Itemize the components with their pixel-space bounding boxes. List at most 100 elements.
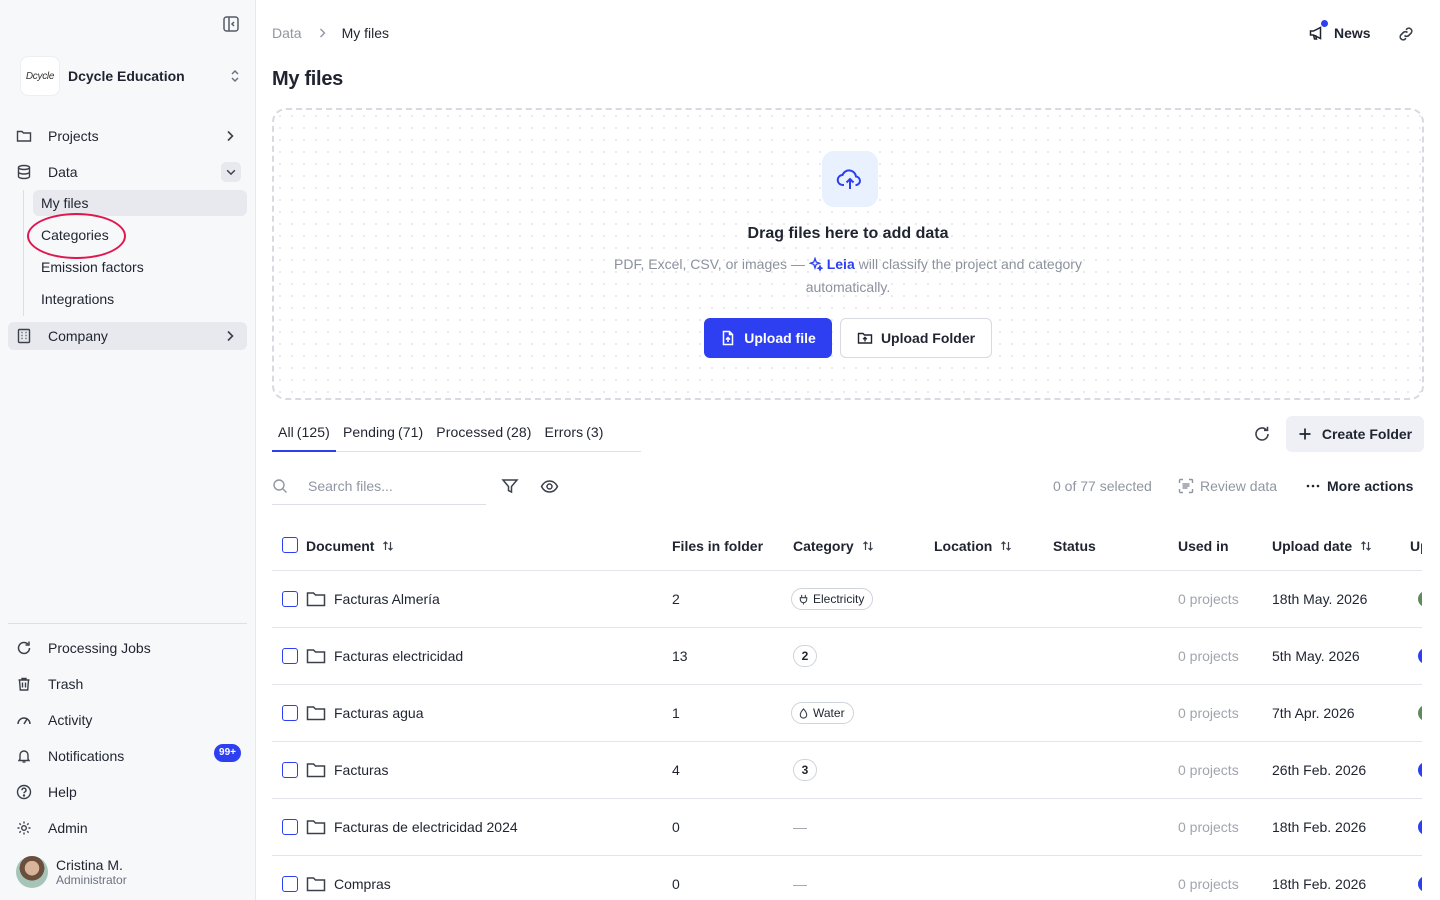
tab-pending-count: (71) (397, 424, 424, 440)
upload-file-button[interactable]: Upload file (704, 318, 832, 358)
column-header-location[interactable]: Location (934, 538, 1012, 554)
document-name[interactable]: Compras (334, 876, 391, 892)
database-icon (16, 164, 32, 180)
column-files-label: Files in folder (672, 538, 764, 554)
sort-icon (1360, 540, 1372, 552)
tab-errors[interactable]: Errors (3) (539, 418, 610, 452)
used-in-projects: 0 projects (1178, 819, 1239, 835)
breadcrumb-current: My files (341, 25, 390, 41)
building-icon (16, 328, 32, 344)
document-name[interactable]: Facturas de electricidad 2024 (334, 819, 518, 835)
row-checkbox[interactable] (282, 705, 298, 721)
upload-date: 5th May. 2026 (1272, 648, 1360, 664)
tab-all[interactable]: All (125) (272, 418, 336, 452)
search-bar (272, 468, 486, 505)
plug-icon (798, 594, 809, 605)
column-header-status: Status (1053, 538, 1096, 554)
sub-item-categories[interactable]: Categories (33, 222, 247, 248)
user-profile[interactable]: Cristina M. Administrator (16, 856, 127, 888)
row-checkbox[interactable] (282, 819, 298, 835)
tab-processed[interactable]: Processed (28) (430, 418, 537, 452)
sub-item-my-files[interactable]: My files (33, 190, 247, 216)
dropzone-desc-before: PDF, Excel, CSV, or images — (614, 256, 805, 272)
file-upload-icon (720, 330, 736, 346)
user-name: Cristina M. (56, 857, 123, 873)
gauge-icon (16, 712, 32, 728)
status-tabs: All (125) Pending (71) Processed (28) Er… (272, 418, 641, 452)
nav-item-admin[interactable]: Admin (8, 814, 247, 842)
category-empty: — (793, 876, 807, 892)
nav-item-projects[interactable]: Projects (8, 122, 247, 150)
sub-item-emission-factors[interactable]: Emission factors (33, 254, 247, 280)
tab-processed-label: Processed (436, 424, 504, 440)
upload-date: 26th Feb. 2026 (1272, 762, 1367, 778)
file-dropzone[interactable]: Drag files here to add data PDF, Excel, … (272, 108, 1424, 400)
news-button[interactable]: News (1308, 24, 1371, 42)
link-icon[interactable] (1397, 25, 1415, 43)
category-label: Electricity (813, 592, 865, 606)
row-checkbox[interactable] (282, 876, 298, 892)
row-checkbox[interactable] (282, 591, 298, 607)
files-in-folder-count: 0 (672, 876, 680, 892)
chevron-right-icon (316, 27, 328, 39)
leia-link[interactable]: Leia (827, 256, 855, 272)
nav-item-data[interactable]: Data (8, 158, 247, 186)
tab-pending[interactable]: Pending (71) (337, 418, 429, 452)
table-row[interactable]: Compras 0 — 0 projects 18th Feb. 2026 (272, 856, 1422, 900)
refresh-icon[interactable] (1253, 425, 1271, 443)
search-input[interactable] (308, 478, 478, 494)
nav-label-company: Company (48, 328, 108, 344)
row-checkbox[interactable] (282, 648, 298, 664)
document-name[interactable]: Facturas agua (334, 705, 424, 721)
search-icon (272, 478, 288, 494)
nav-item-processing-jobs[interactable]: Processing Jobs (8, 634, 247, 662)
table-row[interactable]: Facturas 4 3 0 projects 26th Feb. 2026 (272, 742, 1422, 799)
sidebar-divider (8, 623, 247, 624)
category-chip: Electricity (791, 588, 874, 610)
submenu-guide-line (23, 190, 24, 316)
nav-item-activity[interactable]: Activity (8, 706, 247, 734)
nav-item-notifications[interactable]: Notifications 99+ (8, 742, 247, 770)
filter-icon[interactable] (501, 477, 519, 495)
sidebar: Dcycle Dcycle Education Projects Data My… (0, 0, 256, 900)
column-header-category[interactable]: Category (793, 538, 874, 554)
table-row[interactable]: Facturas Almería 2 Electricity 0 projects 18… (272, 571, 1422, 628)
column-header-document[interactable]: Document (306, 538, 394, 554)
document-name[interactable]: Facturas (334, 762, 388, 778)
select-all-checkbox[interactable] (282, 537, 298, 553)
document-name[interactable]: Facturas electricidad (334, 648, 463, 664)
table-row[interactable]: Facturas de electricidad 2024 0 — 0 project… (272, 799, 1422, 856)
review-data-label: Review data (1200, 478, 1278, 494)
column-location-label: Location (934, 538, 993, 554)
column-header-uploaded-by: Up (1410, 538, 1422, 554)
upload-folder-button[interactable]: Upload Folder (840, 318, 992, 358)
water-drop-icon (798, 707, 809, 719)
column-header-upload-date[interactable]: Upload date (1272, 538, 1372, 554)
nav-label-data: Data (48, 164, 78, 180)
row-checkbox[interactable] (282, 762, 298, 778)
used-in-projects: 0 projects (1178, 876, 1239, 892)
nav-item-company[interactable]: Company (8, 322, 247, 350)
nav-item-help[interactable]: Help (8, 778, 247, 806)
folder-icon (306, 704, 326, 722)
table-row[interactable]: Facturas electricidad 13 2 0 projects 5th Ma… (272, 628, 1422, 685)
breadcrumb-data-link[interactable]: Data (272, 25, 302, 41)
folder-icon (306, 818, 326, 836)
create-folder-button[interactable]: Create Folder (1286, 416, 1424, 452)
organization-switcher[interactable]: Dcycle Dcycle Education (20, 56, 242, 96)
review-data-button[interactable]: Review data (1178, 478, 1277, 494)
sidebar-collapse-icon[interactable] (222, 15, 240, 33)
chevron-right-icon (223, 329, 237, 343)
more-actions-button[interactable]: More actions (1305, 478, 1413, 494)
uploader-avatar (1418, 648, 1422, 664)
document-name[interactable]: Facturas Almería (334, 591, 440, 607)
org-name: Dcycle Education (68, 68, 185, 84)
table-row[interactable]: Facturas agua 1 Water 0 projects 7th Apr. 20… (272, 685, 1422, 742)
sub-item-integrations[interactable]: Integrations (33, 286, 247, 312)
folder-icon (306, 590, 326, 608)
user-role: Administrator (56, 873, 127, 887)
chevron-down-icon[interactable] (221, 162, 241, 182)
eye-icon[interactable] (540, 477, 559, 496)
category-count-chip: 3 (793, 759, 817, 781)
nav-item-trash[interactable]: Trash (8, 670, 247, 698)
